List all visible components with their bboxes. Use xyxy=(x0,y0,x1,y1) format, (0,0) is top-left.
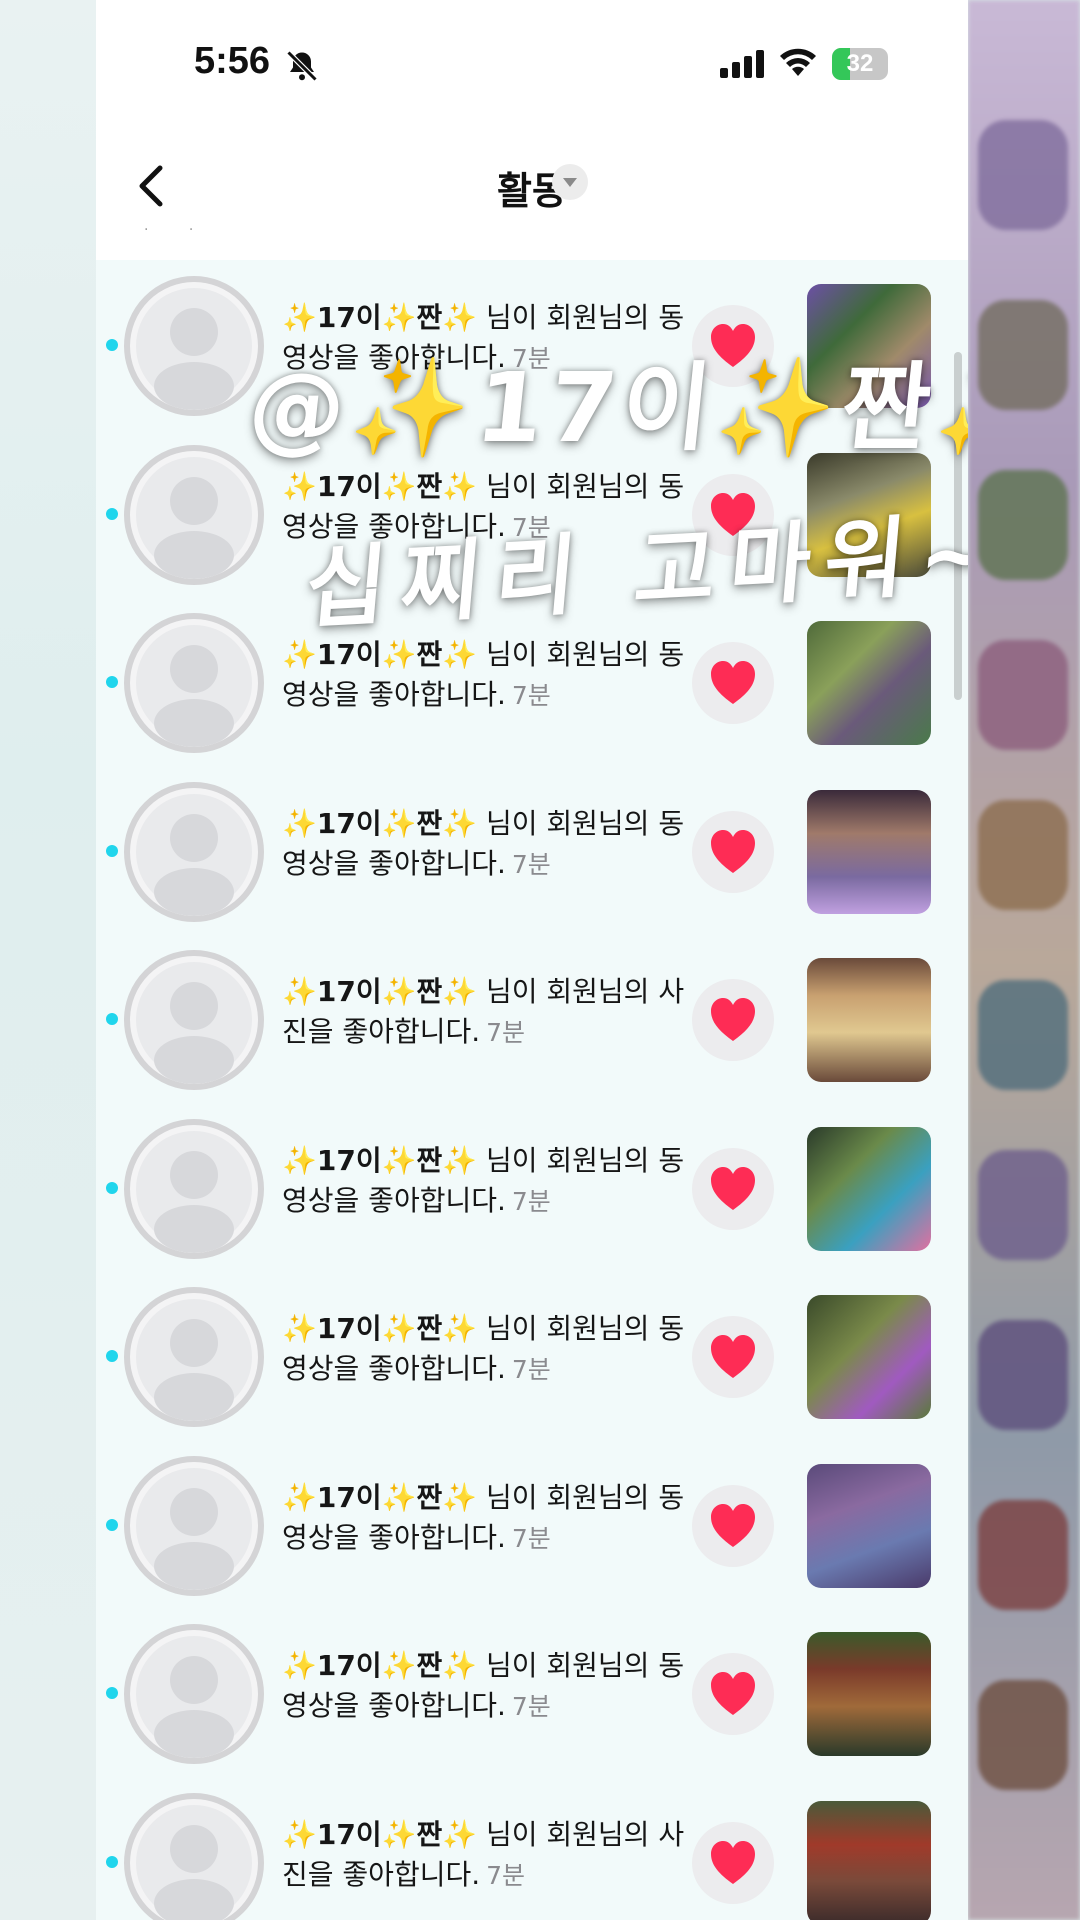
unread-dot xyxy=(106,1181,118,1194)
phone-screen: 5:56 32 활동 · · ✨17이✨짠✨ 님이 회원님의 동영상을 좋아합니… xyxy=(96,0,968,1920)
background-right-blur xyxy=(968,0,1080,1920)
default-avatar-icon xyxy=(154,1150,234,1253)
activity-time: 7분 xyxy=(486,1860,526,1890)
video-thumbnail[interactable] xyxy=(807,1800,931,1920)
avatar[interactable] xyxy=(124,1118,264,1259)
activity-username[interactable]: ✨17이✨짠✨ xyxy=(282,1649,477,1682)
battery-label: 32 xyxy=(846,50,874,77)
like-indicator[interactable] xyxy=(692,1147,774,1230)
activity-text: ✨17이✨짠✨ 님이 회원님의 동영상을 좋아합니다. 7분 xyxy=(282,804,692,885)
unread-dot xyxy=(106,676,118,688)
activity-time: 7분 xyxy=(511,1692,551,1721)
unread-dot xyxy=(106,1013,118,1025)
page-title[interactable]: 활동 xyxy=(96,160,968,215)
overlay-caption-line1: @✨17이✨짠✨ xyxy=(243,352,968,464)
activity-text: ✨17이✨짠✨ 님이 회원님의 동영상을 좋아합니다. 7분 xyxy=(282,1478,692,1559)
unread-dot xyxy=(106,507,118,520)
activity-username[interactable]: ✨17이✨짠✨ xyxy=(282,1481,477,1514)
heart-icon xyxy=(711,1166,755,1210)
default-avatar-icon xyxy=(154,1319,234,1421)
video-thumbnail[interactable] xyxy=(807,789,931,914)
wifi-icon xyxy=(780,48,816,76)
unread-dot xyxy=(106,1518,118,1531)
heart-icon xyxy=(711,1672,755,1715)
default-avatar-icon xyxy=(154,476,234,579)
list-item[interactable]: ✨17이✨짠✨ 님이 회원님의 동영상을 좋아합니다. 7분 xyxy=(96,1440,968,1609)
unread-dot xyxy=(106,339,118,351)
avatar[interactable] xyxy=(124,1287,264,1427)
avatar[interactable] xyxy=(124,276,264,416)
heart-icon xyxy=(711,661,755,704)
header: 활동 · · xyxy=(96,130,968,260)
avatar[interactable] xyxy=(124,781,264,922)
unread-dot xyxy=(106,1687,118,1699)
video-thumbnail[interactable] xyxy=(807,1126,931,1251)
like-indicator[interactable] xyxy=(692,1653,774,1735)
activity-username[interactable]: ✨17이✨짠✨ xyxy=(282,807,477,840)
unread-dot xyxy=(106,1855,118,1868)
like-indicator[interactable] xyxy=(692,1316,774,1398)
heart-icon xyxy=(711,1840,755,1884)
activity-time: 7분 xyxy=(511,1186,551,1216)
status-bar: 5:56 32 xyxy=(96,0,968,130)
video-thumbnail[interactable] xyxy=(807,621,931,745)
activity-username[interactable]: ✨17이✨짠✨ xyxy=(282,1818,477,1851)
heart-icon xyxy=(711,829,755,873)
avatar[interactable] xyxy=(124,1624,264,1764)
heart-icon xyxy=(711,1335,755,1378)
activity-time: 7분 xyxy=(511,1355,551,1384)
activity-text: ✨17이✨짠✨ 님이 회원님의 사진을 좋아합니다. 7분 xyxy=(282,972,692,1053)
like-indicator[interactable] xyxy=(692,979,774,1061)
video-thumbnail[interactable] xyxy=(807,1632,931,1756)
battery-icon: 32 xyxy=(832,48,888,80)
bell-slash-icon xyxy=(286,50,318,82)
list-item[interactable]: ✨17이✨짠✨ 님이 회원님의 동영상을 좋아합니다. 7분 xyxy=(96,766,968,935)
default-avatar-icon xyxy=(154,982,234,1084)
default-avatar-icon xyxy=(154,1824,234,1920)
default-avatar-icon xyxy=(154,1656,234,1758)
default-avatar-icon xyxy=(154,645,234,747)
unread-dot xyxy=(106,1350,118,1362)
video-thumbnail[interactable] xyxy=(807,1295,931,1419)
chevron-down-icon[interactable] xyxy=(552,164,588,200)
default-avatar-icon xyxy=(154,308,234,410)
list-item[interactable]: ✨17이✨짠✨ 님이 회원님의 동영상을 좋아합니다. 7분 xyxy=(96,1608,968,1777)
avatar[interactable] xyxy=(124,950,264,1090)
activity-text: ✨17이✨짠✨ 님이 회원님의 동영상을 좋아합니다. 7분 xyxy=(282,1646,692,1727)
activity-time: 7분 xyxy=(511,1523,551,1553)
avatar[interactable] xyxy=(124,1792,264,1920)
video-thumbnail[interactable] xyxy=(807,1463,931,1588)
activity-username[interactable]: ✨17이✨짠✨ xyxy=(282,470,477,503)
activity-text: ✨17이✨짠✨ 님이 회원님의 동영상을 좋아합니다. 7분 xyxy=(282,1141,692,1222)
activity-username[interactable]: ✨17이✨짠✨ xyxy=(282,975,477,1008)
activity-username[interactable]: ✨17이✨짠✨ xyxy=(282,1144,477,1177)
default-avatar-icon xyxy=(154,813,234,916)
like-indicator[interactable] xyxy=(692,1821,774,1904)
list-item[interactable]: ✨17이✨짠✨ 님이 회원님의 사진을 좋아합니다. 7분 xyxy=(96,934,968,1103)
like-indicator[interactable] xyxy=(692,810,774,893)
list-item[interactable]: ✨17이✨짠✨ 님이 회원님의 동영상을 좋아합니다. 7분 xyxy=(96,1103,968,1272)
header-dots: · · xyxy=(144,222,212,238)
unread-dot xyxy=(106,844,118,857)
list-item[interactable]: ✨17이✨짠✨ 님이 회원님의 동영상을 좋아합니다. 7분 xyxy=(96,1271,968,1440)
activity-time: 7분 xyxy=(511,681,551,710)
default-avatar-icon xyxy=(154,1487,234,1590)
like-indicator[interactable] xyxy=(692,642,774,724)
signal-icon xyxy=(720,50,764,78)
like-indicator[interactable] xyxy=(692,1484,774,1567)
activity-time: 7분 xyxy=(511,849,551,879)
background-left-blur xyxy=(0,0,96,1920)
activity-text: ✨17이✨짠✨ 님이 회원님의 동영상을 좋아합니다. 7분 xyxy=(282,635,692,716)
heart-icon xyxy=(711,1503,755,1547)
activity-time: 7분 xyxy=(486,1018,526,1047)
activity-text: ✨17이✨짠✨ 님이 회원님의 사진을 좋아합니다. 7분 xyxy=(282,1815,692,1896)
activity-text: ✨17이✨짠✨ 님이 회원님의 동영상을 좋아합니다. 7분 xyxy=(282,1309,692,1390)
avatar[interactable] xyxy=(124,613,264,753)
status-time: 5:56 xyxy=(194,40,271,82)
video-thumbnail[interactable] xyxy=(807,958,931,1082)
avatar[interactable] xyxy=(124,1455,264,1596)
list-item[interactable]: ✨17이✨짠✨ 님이 회원님의 사진을 좋아합니다. 7분 xyxy=(96,1777,968,1920)
activity-username[interactable]: ✨17이✨짠✨ xyxy=(282,1312,477,1345)
heart-icon xyxy=(711,998,755,1041)
